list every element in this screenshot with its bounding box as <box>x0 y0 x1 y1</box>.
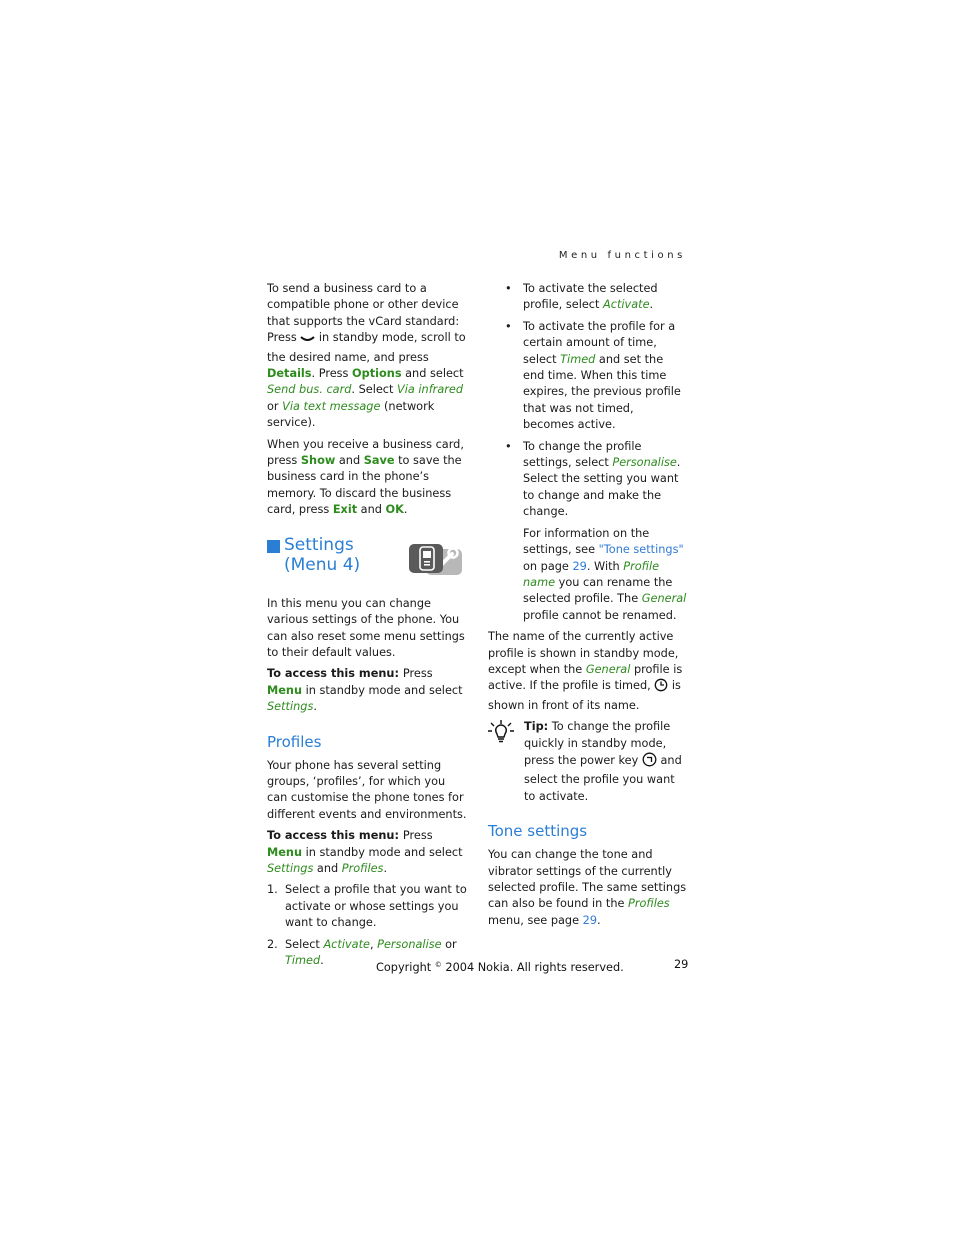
options-softkey: Options <box>352 367 402 381</box>
details-softkey: Details <box>267 367 312 381</box>
right-column: To activate the selected profile, select… <box>488 281 688 934</box>
profiles-intro: Your phone has several setting groups, ‘… <box>267 758 467 821</box>
menu-softkey: Menu <box>267 683 302 697</box>
settings-intro: In this menu you can change various sett… <box>267 596 465 659</box>
menu-softkey: Menu <box>267 845 302 859</box>
copyright-footer: Copyright © 2004 Nokia. All rights reser… <box>376 961 624 974</box>
lightbulb-tip-icon <box>488 720 514 749</box>
save-softkey: Save <box>363 454 395 468</box>
tone-settings-heading: Tone settings <box>488 822 588 841</box>
settings-info-paragraph: For information on the settings, see "To… <box>523 526 687 622</box>
activate-option: Activate <box>603 298 650 312</box>
list-item: To activate the selected profile, select… <box>488 281 688 314</box>
scroll-down-key-icon <box>300 333 316 349</box>
profiles-menu-option: Profiles <box>628 897 670 911</box>
heading-bullet-square <box>267 539 280 553</box>
settings-menu-option: Settings <box>267 861 314 875</box>
via-infrared-option: Via infrared <box>397 383 464 397</box>
general-profile: General <box>641 592 687 606</box>
vcard-send-paragraph: To send a business card to a compatible … <box>267 282 466 430</box>
ok-softkey: OK <box>385 503 404 517</box>
manual-page: Menu functions To send a business card t… <box>0 0 954 1235</box>
timed-option: Timed <box>560 352 596 366</box>
list-item: To change the profile settings, select P… <box>488 439 688 521</box>
left-column: To send a business card to a compatible … <box>267 281 467 974</box>
tip-label: Tip: <box>524 720 549 734</box>
page-number: 29 <box>674 958 689 971</box>
vcard-receive-paragraph: When you receive a business card, press … <box>267 437 464 517</box>
settings-heading-menu-number: (Menu 4) <box>284 554 361 575</box>
active-profile-paragraph: The name of the currently active profile… <box>488 630 683 712</box>
personalise-option: Personalise <box>612 456 677 470</box>
profiles-access-paragraph: To access this menu: Press Menu in stand… <box>267 829 463 875</box>
tone-settings-paragraph: You can change the tone and vibrator set… <box>488 848 687 927</box>
running-head: Menu functions <box>558 250 686 261</box>
via-text-message-option: Via text message <box>282 399 381 413</box>
tone-settings-link[interactable]: "Tone settings" <box>599 543 684 556</box>
send-bus-card-option: Send bus. card <box>267 383 352 397</box>
power-key-icon <box>642 752 657 772</box>
timed-option: Timed <box>285 954 321 967</box>
exit-softkey: Exit <box>332 503 358 517</box>
activate-option: Activate <box>323 937 370 951</box>
settings-phone-wrench-icon <box>408 543 464 584</box>
settings-section-heading: Settings (Menu 4) <box>267 534 467 594</box>
profiles-heading: Profiles <box>267 732 322 751</box>
profiles-menu-option: Profiles <box>341 861 384 875</box>
timer-clock-icon <box>654 678 668 697</box>
general-profile: General <box>585 662 631 676</box>
profile-options-list: To activate the selected profile, select… <box>488 281 688 521</box>
settings-heading-title: Settings <box>284 534 354 555</box>
settings-access-paragraph: To access this menu: Press Menu in stand… <box>267 667 463 714</box>
settings-menu-option: Settings <box>267 700 314 714</box>
list-item: 1. Select a profile that you want to acti… <box>267 883 467 930</box>
page-link[interactable]: 29 <box>583 914 597 927</box>
show-softkey: Show <box>300 454 336 468</box>
page-link[interactable]: 29 <box>572 560 586 573</box>
tip-box: Tip: To change the profile quickly in st… <box>488 719 688 805</box>
list-item: To activate the profile for a certain am… <box>488 319 688 434</box>
personalise-option: Personalise <box>377 937 442 951</box>
